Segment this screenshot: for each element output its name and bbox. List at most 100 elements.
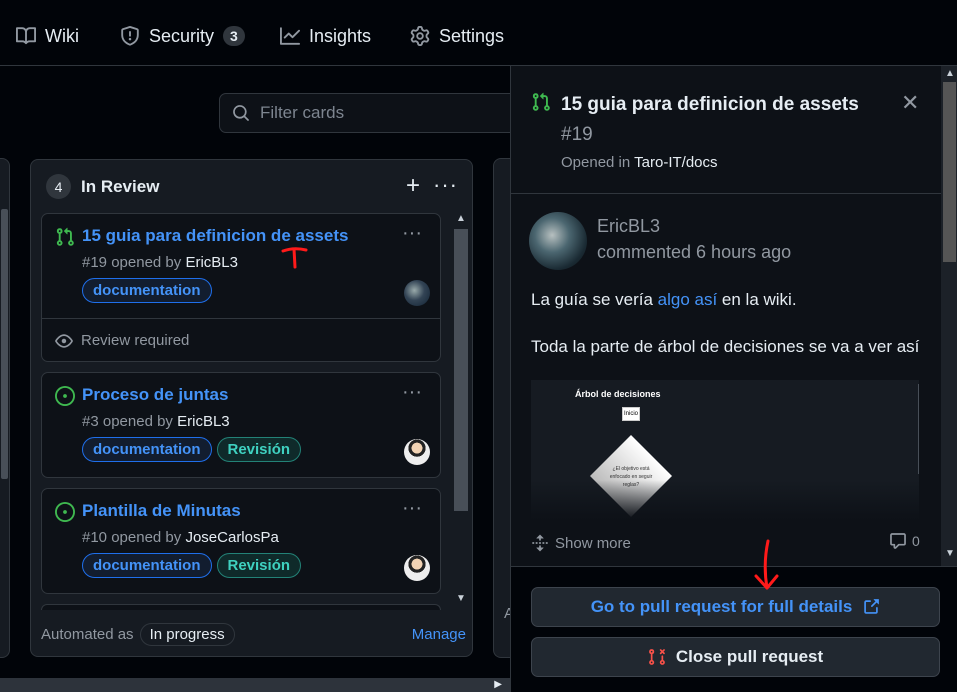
previous-column [0, 158, 10, 658]
nav-security-label: Security [149, 25, 215, 46]
comment-body-line2: Toda la parte de árbol de decisiones se … [531, 337, 920, 356]
security-count-badge: 3 [223, 26, 245, 46]
nav-security[interactable]: Security 3 [120, 22, 245, 50]
open-issue-icon [55, 502, 75, 522]
card-meta: #19 opened by EricBL3 [82, 254, 238, 271]
add-card-icon[interactable]: + [406, 172, 420, 200]
opened-in-text: Opened in [561, 154, 631, 171]
card-labels: documentation [82, 278, 212, 303]
card-number: #19 [82, 254, 108, 271]
column-scrollbar[interactable]: ▲ ▼ [452, 213, 468, 605]
gear-icon [410, 26, 430, 46]
image-title: Árbol de decisiones [575, 389, 661, 399]
comment-avatar[interactable] [529, 212, 587, 270]
show-more-label: Show more [555, 534, 631, 552]
search-icon [233, 105, 249, 121]
label-documentation[interactable]: documentation [82, 278, 212, 303]
panel-scrollbar[interactable]: ▲ ▼ [941, 66, 957, 566]
board-horizontal-scrollbar[interactable]: ▶ [0, 678, 510, 692]
nav-wiki-label: Wiki [45, 25, 79, 46]
card-meta: #3 opened by EricBL3 [82, 413, 230, 430]
nav-insights[interactable]: Insights [280, 22, 371, 50]
comment-icon [890, 533, 906, 549]
filter-placeholder: Filter cards [260, 103, 345, 122]
label-revision[interactable]: Revisión [216, 437, 302, 462]
card-author[interactable]: JoseCarlosPa [185, 529, 278, 546]
show-more-button[interactable]: Show more [531, 534, 631, 552]
card-meta: #10 opened by JoseCarlosPa [82, 529, 279, 546]
pull-request-icon [532, 92, 550, 111]
go-to-pull-request-label: Go to pull request for full details [590, 597, 853, 616]
panel-pr-number: #19 [561, 124, 593, 145]
card-title[interactable]: Proceso de juntas [82, 385, 228, 405]
nav-settings-label: Settings [439, 25, 505, 46]
scroll-up-arrow[interactable]: ▲ [945, 68, 955, 79]
body-text: en la wiki. [717, 290, 797, 309]
repo-link[interactable]: Taro-IT/docs [634, 154, 717, 171]
column-in-review: 4 In Review + ··· 15 guia para definicio… [30, 159, 473, 657]
algo-asi-link[interactable]: algo así [658, 290, 718, 309]
close-pull-request-button[interactable]: Close pull request [531, 637, 940, 677]
image-start-box: Inicio [622, 407, 640, 421]
nav-settings[interactable]: Settings [410, 22, 504, 50]
avatar[interactable] [404, 280, 430, 306]
scroll-down-arrow[interactable]: ▼ [456, 593, 466, 604]
open-issue-icon [55, 386, 75, 406]
scroll-down-arrow[interactable]: ▼ [945, 548, 955, 559]
card-opened-by: opened by [111, 254, 182, 271]
avatar[interactable] [404, 555, 430, 581]
card-number: #3 [82, 413, 99, 430]
scroll-thumb[interactable] [454, 229, 468, 511]
panel-footer: Go to pull request for full details Clos… [511, 566, 957, 692]
comment-count-value: 0 [912, 533, 920, 549]
manage-link[interactable]: Manage [412, 626, 466, 643]
external-link-icon [864, 599, 880, 614]
project-board: Filter cards 4 In Review + ··· 15 guia p… [0, 66, 539, 678]
graph-icon [280, 27, 300, 45]
column-menu-icon[interactable]: ··· [433, 172, 458, 198]
review-status: Review required [42, 318, 440, 362]
scroll-right-arrow[interactable]: ▶ [494, 679, 502, 690]
close-icon[interactable]: ✕ [901, 90, 919, 116]
body-text: La guía se vería [531, 290, 658, 309]
card-opened-by: opened by [102, 413, 173, 430]
label-documentation[interactable]: documentation [82, 553, 212, 578]
card-author[interactable]: EricBL3 [185, 254, 238, 271]
label-revision[interactable]: Revisión [216, 553, 302, 578]
card-title[interactable]: 15 guia para definicion de assets [82, 226, 348, 246]
column-title: In Review [81, 176, 160, 196]
pull-request-closed-icon [648, 649, 665, 665]
nav-wiki[interactable]: Wiki [16, 22, 79, 50]
card-menu-icon[interactable]: ··· [402, 222, 422, 245]
go-to-pull-request-button[interactable]: Go to pull request for full details [531, 587, 940, 627]
close-pull-request-label: Close pull request [675, 647, 824, 666]
avatar[interactable] [404, 439, 430, 465]
image-border [918, 384, 919, 474]
eye-icon [55, 333, 73, 348]
filter-cards-input[interactable]: Filter cards [219, 93, 539, 133]
card-issue-3[interactable]: Proceso de juntas ··· #3 opened by EricB… [41, 372, 441, 478]
comment-author[interactable]: EricBL3 [597, 216, 660, 237]
column-header: 4 In Review [46, 174, 159, 199]
card-labels: documentation Revisión [82, 553, 302, 578]
card-menu-icon[interactable]: ··· [402, 497, 422, 520]
card-number: #10 [82, 529, 108, 546]
scrollbar[interactable] [1, 209, 8, 479]
comment-count[interactable]: 0 [889, 532, 920, 550]
card-title[interactable]: Plantilla de Minutas [82, 501, 241, 521]
card-issue-10[interactable]: Plantilla de Minutas ··· #10 opened by J… [41, 488, 441, 594]
decision-tree-image[interactable]: Árbol de decisiones Inicio ¿El objetivo … [531, 380, 919, 520]
column-count: 4 [46, 174, 71, 199]
card-partial[interactable] [41, 604, 441, 610]
card-menu-icon[interactable]: ··· [402, 381, 422, 404]
card-opened-by: opened by [111, 529, 182, 546]
comment-body-line1: La guía se vería algo así en la wiki. [531, 290, 797, 310]
card-labels: documentation Revisión [82, 437, 302, 462]
scroll-thumb[interactable] [943, 82, 956, 262]
card-pr-19[interactable]: 15 guia para definicion de assets ··· #1… [41, 213, 441, 362]
review-required-text: Review required [81, 332, 190, 349]
label-documentation[interactable]: documentation [82, 437, 212, 462]
card-author[interactable]: EricBL3 [177, 413, 230, 430]
scroll-up-arrow[interactable]: ▲ [456, 213, 466, 224]
automated-as-text: Automated as [41, 626, 134, 643]
